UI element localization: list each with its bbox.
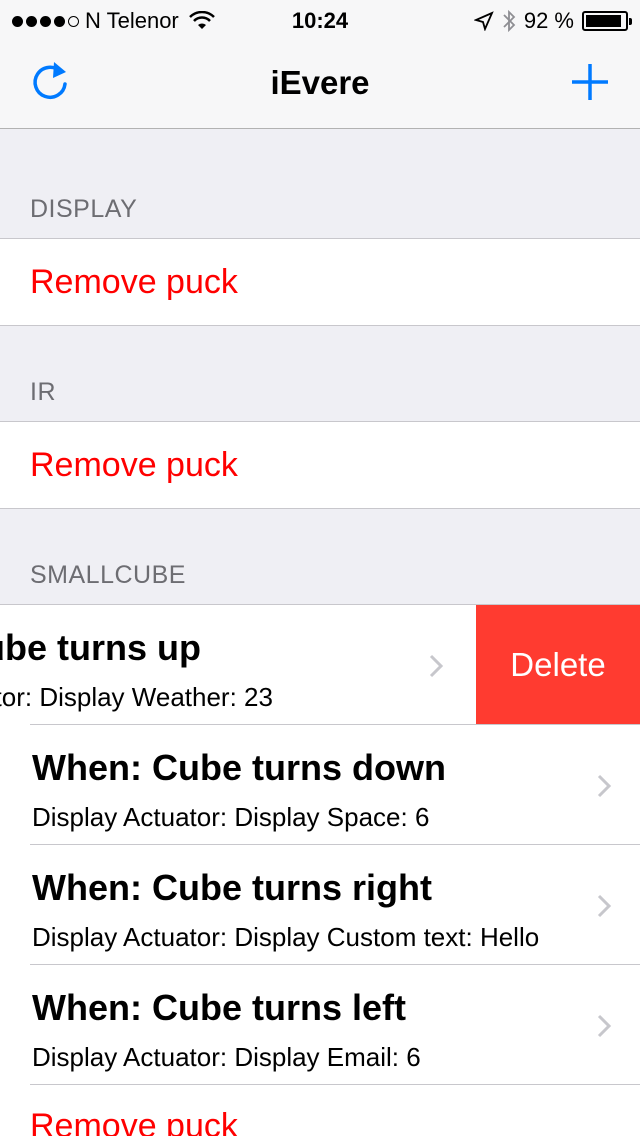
delete-button[interactable]: Delete [476, 605, 640, 725]
section-header-display: DISPLAY [30, 195, 138, 223]
rule-row[interactable]: When: Cube turns down Display Actuator: … [0, 725, 640, 845]
rule-title: When: Cube turns left [32, 987, 406, 1028]
navigation-bar: N Telenor 10:24 92 % iEvere [0, 0, 640, 129]
rule-subtitle: Display Actuator: Display Email: 6 [32, 1042, 421, 1072]
chevron-right-icon [597, 1014, 612, 1038]
rule-row[interactable]: When: Cube turns left Display Actuator: … [0, 965, 640, 1085]
rule-row-content[interactable]: When: Cube turns up Display Actuator: Di… [0, 605, 476, 725]
rule-row[interactable]: When: Cube turns right Display Actuator:… [0, 845, 640, 965]
rule-row-swiped[interactable]: When: Cube turns up Display Actuator: Di… [0, 605, 640, 725]
chevron-right-icon [597, 774, 612, 798]
rule-subtitle: Display Actuator: Display Space: 6 [32, 802, 430, 832]
display-group: Remove puck [0, 238, 640, 326]
battery-icon [582, 11, 632, 31]
remove-puck-button[interactable]: Remove puck [0, 422, 640, 508]
remove-puck-button[interactable]: Remove puck [0, 1085, 640, 1136]
remove-puck-button[interactable]: Remove puck [0, 239, 640, 325]
section-header-smallcube: SMALLCUBE [30, 561, 186, 589]
smallcube-group: When: Cube turns up Display Actuator: Di… [0, 604, 640, 1136]
status-right: 92 % [473, 8, 632, 34]
section-header-ir: IR [30, 378, 56, 406]
bluetooth-icon [503, 9, 516, 33]
page-title: iEvere [270, 64, 370, 101]
battery-percent: 92 % [523, 8, 574, 33]
add-icon[interactable] [570, 62, 610, 102]
status-bar: N Telenor 10:24 92 % [0, 0, 640, 40]
location-arrow-icon [473, 11, 494, 31]
rule-title: When: Cube turns up [0, 627, 201, 668]
rule-subtitle: Display Actuator: Display Custom text: H… [32, 922, 540, 952]
rule-title: When: Cube turns down [32, 747, 446, 788]
rule-title: When: Cube turns right [32, 867, 432, 908]
ir-group: Remove puck [0, 421, 640, 509]
rule-subtitle: Display Actuator: Display Weather: 23 [0, 682, 273, 712]
chevron-right-icon [597, 894, 612, 918]
chevron-right-icon [429, 654, 444, 678]
